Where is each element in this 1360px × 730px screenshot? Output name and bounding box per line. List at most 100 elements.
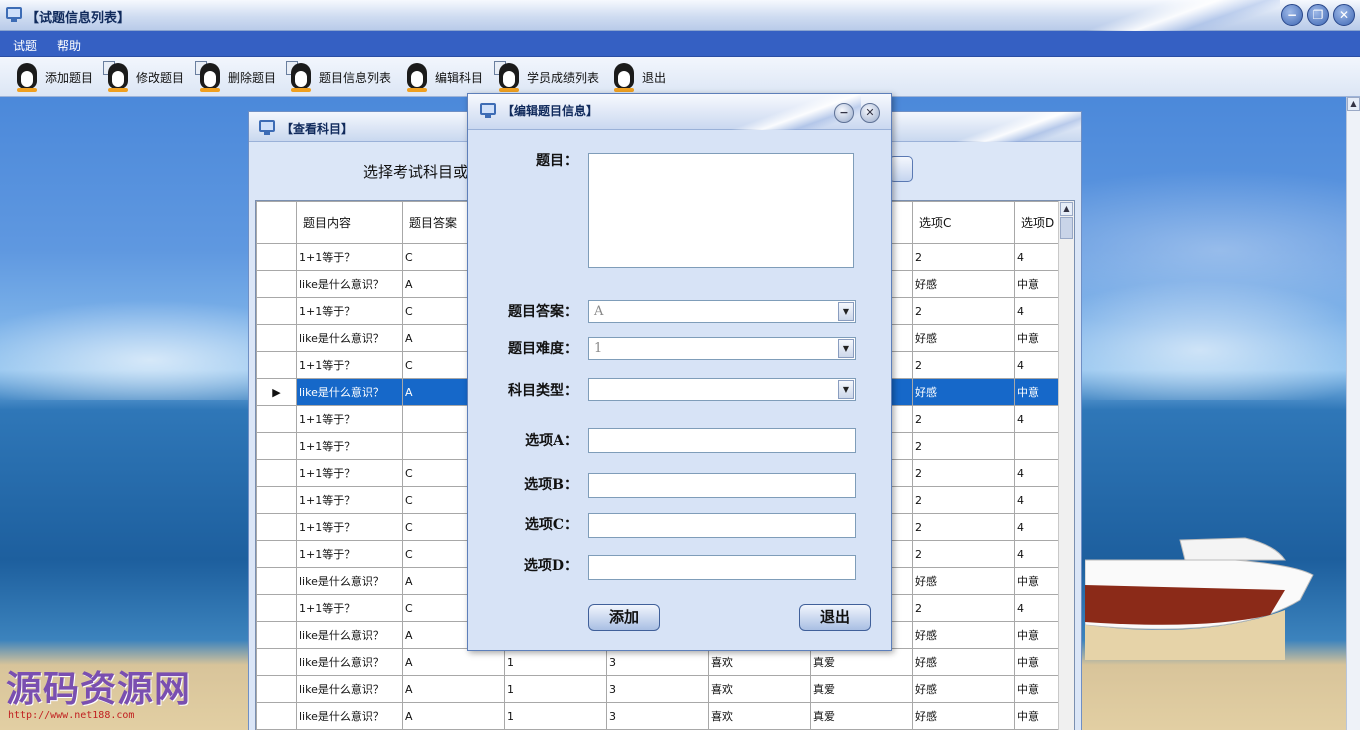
answer-select[interactable]: A ▼	[588, 300, 856, 323]
add-button[interactable]: 添加	[588, 604, 660, 631]
edit-subject-button[interactable]: 编辑科目	[402, 61, 483, 93]
row-header[interactable]	[256, 675, 297, 703]
edit-question-button[interactable]: 修改题目	[103, 61, 184, 93]
table-cell[interactable]: 4	[1014, 405, 1059, 433]
table-cell[interactable]: 1+1等于？	[296, 405, 403, 433]
table-cell[interactable]: 喜欢	[708, 675, 811, 703]
row-selector-arrow-icon[interactable]: ▶	[256, 378, 297, 406]
column-header[interactable]: 选项D	[1014, 201, 1059, 244]
table-cell[interactable]: 1+1等于？	[296, 459, 403, 487]
student-scores-button[interactable]: 学员成绩列表	[494, 61, 599, 93]
table-cell[interactable]: like是什么意识？	[296, 648, 403, 676]
table-cell[interactable]: 好感	[912, 621, 1015, 649]
scroll-up-icon[interactable]: ▲	[1060, 202, 1073, 216]
table-cell[interactable]: 1+1等于？	[296, 297, 403, 325]
table-cell[interactable]: 4	[1014, 243, 1059, 271]
table-row[interactable]: like是什么意识？ A 1 3 喜欢 真爱 好感 中意	[256, 648, 1059, 676]
table-cell[interactable]: 2	[912, 243, 1015, 271]
table-cell[interactable]: 好感	[912, 567, 1015, 595]
table-cell[interactable]: like是什么意识？	[296, 324, 403, 352]
table-cell[interactable]: 2	[912, 513, 1015, 541]
table-cell[interactable]: 好感	[912, 702, 1015, 730]
table-cell[interactable]: 中意	[1014, 675, 1059, 703]
table-cell[interactable]: 2	[912, 594, 1015, 622]
table-cell[interactable]: 4	[1014, 540, 1059, 568]
table-cell[interactable]: 2	[912, 459, 1015, 487]
row-header[interactable]	[256, 567, 297, 595]
table-cell[interactable]: 真爱	[810, 675, 913, 703]
menu-item-help[interactable]: 帮助	[57, 37, 81, 54]
exit-button[interactable]: 退出	[609, 61, 666, 93]
table-cell[interactable]: 3	[606, 702, 709, 730]
table-cell[interactable]: 4	[1014, 486, 1059, 514]
table-cell[interactable]: like是什么意识？	[296, 675, 403, 703]
table-cell[interactable]: 1+1等于？	[296, 513, 403, 541]
table-cell[interactable]: 喜欢	[708, 702, 811, 730]
delete-question-button[interactable]: 删除题目	[195, 61, 276, 93]
table-cell[interactable]: A	[402, 648, 505, 676]
row-header[interactable]	[256, 324, 297, 352]
table-cell[interactable]: A	[402, 675, 505, 703]
table-cell[interactable]: 4	[1014, 297, 1059, 325]
table-cell[interactable]: 好感	[912, 378, 1015, 406]
dialog-close-button[interactable]: ✕	[860, 103, 880, 123]
column-header[interactable]: 选项C	[912, 201, 1015, 244]
table-cell[interactable]: 4	[1014, 459, 1059, 487]
table-cell[interactable]: 1+1等于？	[296, 540, 403, 568]
dialog-minimize-button[interactable]: −	[834, 103, 854, 123]
chevron-down-icon[interactable]: ▼	[838, 339, 854, 358]
table-cell[interactable]: 2	[912, 405, 1015, 433]
question-list-button[interactable]: 题目信息列表	[286, 61, 391, 93]
add-question-button[interactable]: 添加题目	[12, 61, 93, 93]
table-cell[interactable]: 4	[1014, 351, 1059, 379]
table-cell[interactable]: 1+1等于？	[296, 486, 403, 514]
row-header[interactable]	[256, 432, 297, 460]
table-cell[interactable]: 好感	[912, 675, 1015, 703]
row-header[interactable]	[256, 459, 297, 487]
table-cell[interactable]: 2	[912, 486, 1015, 514]
table-cell[interactable]: A	[402, 702, 505, 730]
close-button[interactable]: ✕	[1333, 4, 1355, 26]
table-cell[interactable]: 1+1等于？	[296, 594, 403, 622]
table-cell[interactable]: 1	[504, 675, 607, 703]
menu-item-questions[interactable]: 试题	[13, 37, 37, 54]
table-cell[interactable]: 2	[912, 297, 1015, 325]
column-header[interactable]: 题目内容	[296, 201, 403, 244]
table-cell[interactable]: 中意	[1014, 270, 1059, 298]
row-header[interactable]	[256, 270, 297, 298]
table-cell[interactable]: 1+1等于？	[296, 243, 403, 271]
row-header[interactable]	[256, 621, 297, 649]
table-cell[interactable]: 中意	[1014, 324, 1059, 352]
row-header[interactable]	[256, 243, 297, 271]
subject-query-button[interactable]	[889, 156, 913, 182]
desktop-vertical-scrollbar[interactable]: ▲	[1346, 97, 1360, 730]
chevron-down-icon[interactable]: ▼	[838, 380, 854, 399]
table-cell[interactable]: like是什么意识？	[296, 270, 403, 298]
row-header[interactable]	[256, 540, 297, 568]
table-row[interactable]: like是什么意识？ A 1 3 喜欢 真爱 好感 中意	[256, 675, 1059, 703]
table-cell[interactable]: like是什么意识？	[296, 702, 403, 730]
table-cell[interactable]: 2	[912, 351, 1015, 379]
row-header[interactable]	[256, 297, 297, 325]
option-d-input[interactable]	[588, 555, 856, 580]
table-row[interactable]: like是什么意识？ A 1 3 喜欢 真爱 好感 中意	[256, 702, 1059, 730]
table-cell[interactable]: 3	[606, 648, 709, 676]
table-cell[interactable]: 好感	[912, 648, 1015, 676]
option-a-input[interactable]	[588, 428, 856, 453]
row-header[interactable]	[256, 486, 297, 514]
table-cell[interactable]: 中意	[1014, 378, 1059, 406]
table-cell[interactable]: 1	[504, 702, 607, 730]
table-cell[interactable]: 好感	[912, 324, 1015, 352]
restore-button[interactable]: ❐	[1307, 4, 1329, 26]
table-cell[interactable]: 2	[912, 540, 1015, 568]
subject-type-select[interactable]: ▼	[588, 378, 856, 401]
table-cell[interactable]: 3	[606, 675, 709, 703]
row-header[interactable]	[256, 648, 297, 676]
chevron-down-icon[interactable]: ▼	[838, 302, 854, 321]
table-cell[interactable]: 真爱	[810, 648, 913, 676]
table-cell[interactable]: 好感	[912, 270, 1015, 298]
row-header[interactable]	[256, 351, 297, 379]
question-textarea[interactable]	[588, 153, 854, 268]
table-cell[interactable]: 1+1等于？	[296, 351, 403, 379]
table-cell[interactable]: 2	[912, 432, 1015, 460]
